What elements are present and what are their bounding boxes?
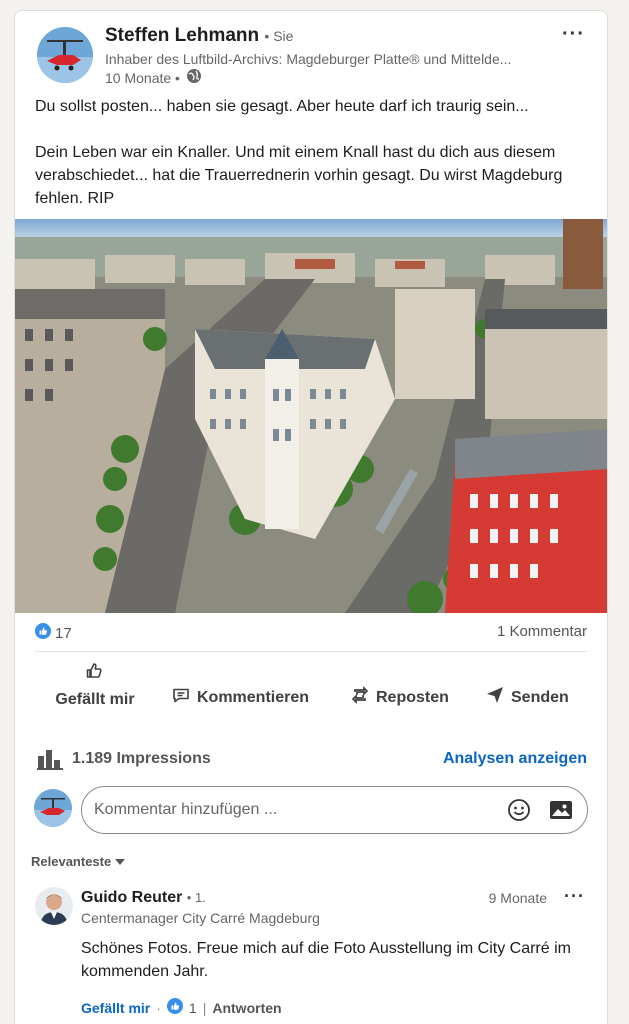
- post-time: 10 Monate •: [105, 69, 180, 86]
- send-label: Senden: [511, 688, 569, 706]
- separator: ·: [156, 999, 161, 1016]
- emoji-icon[interactable]: [507, 798, 531, 827]
- commenter-headline: Centermanager City Carré Magdeburg: [81, 910, 320, 926]
- reactions-summary[interactable]: 17: [35, 623, 72, 643]
- comment-input[interactable]: [94, 801, 474, 819]
- view-analytics-link[interactable]: Analysen anzeigen: [443, 750, 587, 768]
- send-button[interactable]: Senden: [485, 685, 569, 710]
- repost-button[interactable]: Reposten: [350, 685, 449, 710]
- comment-text: Schönes Fotos. Freue mich auf die Foto A…: [81, 940, 571, 980]
- bar-chart-icon: [37, 748, 63, 775]
- post-meta: 10 Monate •: [105, 68, 202, 87]
- repost-label: Reposten: [376, 688, 449, 706]
- thumbs-up-icon: [85, 661, 105, 687]
- comment-button[interactable]: Kommentieren: [171, 685, 309, 710]
- post-text-line: Dein Leben war ein Knaller. Und mit eine…: [35, 144, 563, 207]
- comment-like-button[interactable]: Gefällt mir: [81, 1000, 150, 1016]
- post-image[interactable]: [15, 219, 607, 613]
- image-icon[interactable]: [549, 799, 573, 826]
- comment-like-count: 1: [188, 999, 197, 1016]
- impressions-count[interactable]: 1.189 Impressions: [72, 750, 211, 768]
- like-reaction-icon: [166, 998, 183, 1017]
- author-avatar[interactable]: [37, 27, 93, 83]
- author-suffix: • Sie: [264, 28, 294, 44]
- commenter-name[interactable]: Guido Reuter • 1.: [81, 889, 206, 907]
- like-button[interactable]: Gefällt mir: [55, 661, 135, 710]
- reply-button[interactable]: Antworten: [212, 1000, 281, 1016]
- action-bar: Gefällt mir Kommentieren Reposten Senden: [15, 657, 607, 727]
- current-user-avatar: [34, 789, 72, 827]
- globe-icon: [186, 68, 202, 87]
- divider-bar: |: [202, 999, 207, 1016]
- caret-down-icon: [115, 854, 126, 869]
- like-reaction-icon: [35, 623, 51, 643]
- comment-box: [81, 786, 588, 834]
- more-options-button[interactable]: ···: [562, 23, 585, 46]
- comment-time: 9 Monate: [488, 890, 547, 906]
- comment-more-options-button[interactable]: ···: [564, 886, 585, 907]
- post-text: Du sollst posten... haben sie gesagt. Ab…: [35, 95, 595, 210]
- author-name[interactable]: Steffen Lehmann • Sie: [105, 25, 293, 47]
- like-label: Gefällt mir: [55, 691, 135, 708]
- divider: [35, 651, 587, 652]
- post-text-line: Du sollst posten... haben sie gesagt. Ab…: [35, 98, 529, 115]
- send-icon: [485, 685, 505, 710]
- author-headline: Inhaber des Luftbild-Archivs: Magdeburge…: [105, 51, 512, 67]
- sort-dropdown[interactable]: Relevanteste: [31, 854, 126, 869]
- comment-icon: [171, 685, 191, 710]
- connection-degree: • 1.: [186, 890, 206, 905]
- sort-label: Relevanteste: [31, 854, 112, 869]
- repost-icon: [350, 685, 370, 710]
- reactions-count: 17: [55, 624, 72, 642]
- comment-label: Kommentieren: [197, 688, 310, 706]
- comments-count[interactable]: 1 Kommentar: [497, 623, 587, 640]
- post-card: Steffen Lehmann • Sie Inhaber des Luftbi…: [14, 10, 608, 1024]
- comment-actions: Gefällt mir · 1 | Antworten: [81, 998, 282, 1017]
- commenter-avatar[interactable]: [35, 887, 73, 925]
